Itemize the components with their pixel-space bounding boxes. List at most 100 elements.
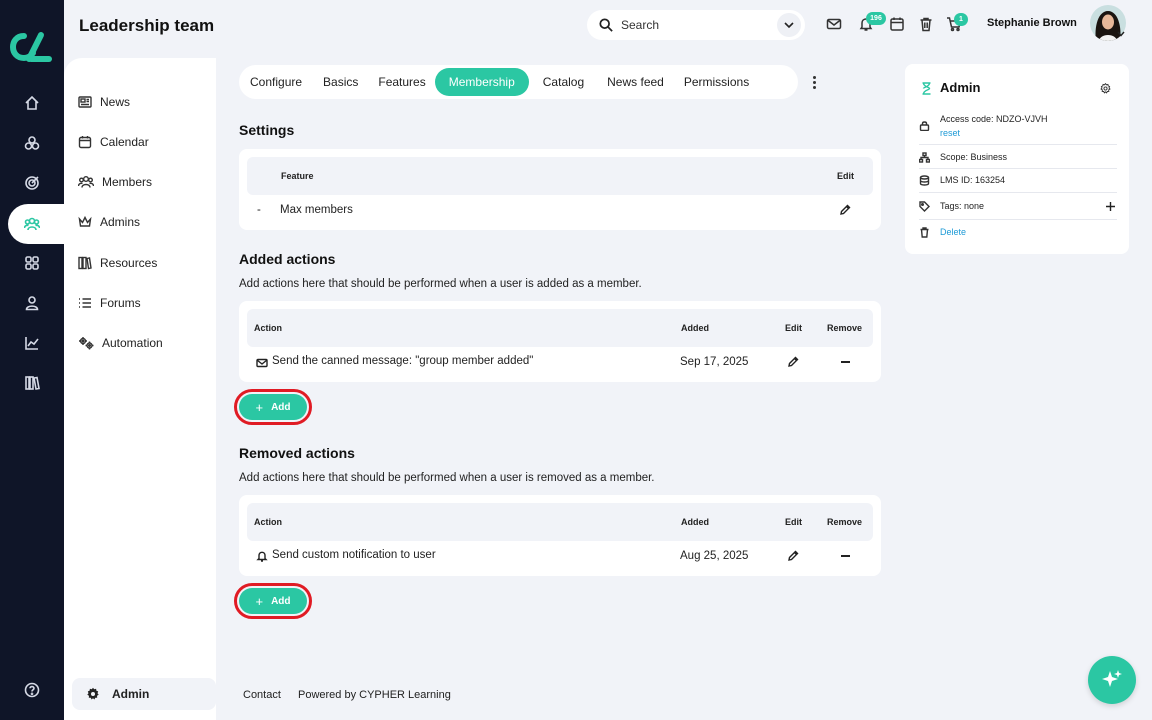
edit-pencil-icon[interactable] <box>787 356 799 371</box>
add-tag-plus-icon[interactable] <box>1105 201 1116 212</box>
sparkle-icon <box>1102 670 1122 687</box>
tab-permissions[interactable]: Permissions <box>673 68 760 96</box>
column-header-added: Added <box>681 517 709 527</box>
tab-catalog[interactable]: Catalog <box>529 68 598 96</box>
removed-actions-description: Add actions here that should be performe… <box>239 472 655 484</box>
column-header-added: Added <box>681 323 709 333</box>
settings-heading: Settings <box>239 122 295 138</box>
footer-contact-link[interactable]: Contact <box>243 689 281 701</box>
tab-basics[interactable]: Basics <box>312 68 369 96</box>
rail-apps-icon[interactable] <box>0 243 64 283</box>
sidebar-item-members[interactable]: Members <box>78 170 152 194</box>
sidebar-item-calendar[interactable]: Calendar <box>78 130 149 154</box>
tab-membership[interactable]: Membership <box>434 68 529 96</box>
user-name[interactable]: Stephanie Brown <box>987 17 1077 29</box>
action-description: Send the canned message: "group member a… <box>272 355 534 367</box>
column-header-feature: Feature <box>281 171 314 181</box>
sidebar-item-resources[interactable]: Resources <box>78 251 157 275</box>
feature-name: Max members <box>280 204 353 216</box>
search-scope-dropdown[interactable] <box>777 13 801 37</box>
search-input[interactable] <box>621 18 761 32</box>
page-title: Leadership team <box>79 16 215 35</box>
panel-title: Admin <box>940 80 981 95</box>
delete-row[interactable]: Delete <box>919 227 1117 239</box>
rail-user-icon[interactable] <box>0 283 64 323</box>
cypher-logo-icon[interactable] <box>10 30 52 64</box>
delete-link[interactable]: Delete <box>940 227 966 237</box>
add-button-label: Add <box>271 401 291 413</box>
bell-icon <box>256 550 268 565</box>
lock-icon <box>919 121 930 131</box>
table-row: - Max members <box>247 195 873 229</box>
mail-icon[interactable] <box>826 16 842 32</box>
trash-icon[interactable] <box>918 16 934 32</box>
admin-info-panel: Admin Access code: NDZO-VJVH reset Scope… <box>905 64 1129 254</box>
remove-minus-icon[interactable] <box>841 555 850 557</box>
calendar-icon <box>78 136 92 149</box>
calendar-icon[interactable] <box>889 16 905 32</box>
tab-news-feed[interactable]: News feed <box>598 68 673 96</box>
trash-icon <box>920 227 929 238</box>
chevron-down-icon <box>784 22 794 29</box>
members-icon <box>78 176 94 188</box>
sidebar-item-label: Members <box>102 175 153 189</box>
envelope-icon <box>256 357 268 372</box>
rail-catalog-icon[interactable] <box>0 123 64 163</box>
settings-gear-icon[interactable] <box>1100 83 1111 94</box>
edit-pencil-icon[interactable] <box>839 204 851 219</box>
group-tabs: Configure Basics Features Membership Cat… <box>239 65 798 99</box>
rail-home-icon[interactable] <box>0 83 64 123</box>
add-removed-action-button[interactable]: + Add <box>234 583 312 619</box>
rail-analytics-icon[interactable] <box>0 323 64 363</box>
hourglass-icon <box>922 82 931 95</box>
column-header-remove: Remove <box>827 323 863 333</box>
column-header-action: Action <box>254 517 282 527</box>
footer-powered-by[interactable]: Powered by CYPHER Learning <box>298 689 451 701</box>
removed-actions-table: Action Added Edit Remove Send custom not… <box>239 495 881 576</box>
reset-access-code-link[interactable]: reset <box>940 128 960 138</box>
sidebar-item-label: Calendar <box>100 135 149 149</box>
tab-configure[interactable]: Configure <box>243 68 312 96</box>
scope-row: Scope: Business <box>919 152 1117 164</box>
newspaper-icon <box>78 96 92 108</box>
tags-row: Tags: none <box>919 201 1117 213</box>
rail-goals-icon[interactable] <box>0 163 64 203</box>
added-actions-table: Action Added Edit Remove Send the canned… <box>239 301 881 382</box>
rail-help-icon[interactable] <box>0 670 64 710</box>
sidebar-item-forums[interactable]: Forums <box>78 291 141 315</box>
table-row: Send custom notification to user Aug 25,… <box>247 541 873 575</box>
added-actions-heading: Added actions <box>239 251 336 267</box>
column-header-action: Action <box>254 323 282 333</box>
sidebar-item-label: News <box>100 95 131 109</box>
add-button-label: Add <box>271 595 291 607</box>
column-header-edit: Edit <box>785 517 802 527</box>
sidebar-admin-label: Admin <box>112 687 150 701</box>
search-icon <box>599 18 613 32</box>
rail-groups-icon[interactable] <box>8 204 72 244</box>
books-icon <box>78 256 92 270</box>
add-added-action-button[interactable]: + Add <box>234 389 312 425</box>
table-header: Feature Edit <box>247 157 873 195</box>
table-header: Action Added Edit Remove <box>247 503 873 541</box>
sidebar-item-admins[interactable]: Admins <box>78 210 140 234</box>
crown-icon <box>78 215 92 227</box>
ai-assistant-sparkle-button[interactable] <box>1088 656 1136 704</box>
hierarchy-icon <box>919 152 930 163</box>
rail-library-icon[interactable] <box>0 363 64 403</box>
sidebar-item-automation[interactable]: Automation <box>78 331 163 355</box>
tab-features[interactable]: Features <box>369 68 434 96</box>
user-menu-chevron-icon[interactable] <box>1117 31 1125 37</box>
sidebar-item-news[interactable]: News <box>78 90 130 114</box>
more-tabs-icon[interactable] <box>806 72 822 92</box>
sidebar-admin-button[interactable]: Admin <box>72 678 216 710</box>
table-row: Send the canned message: "group member a… <box>247 347 873 381</box>
edit-pencil-icon[interactable] <box>787 550 799 565</box>
search-bar[interactable] <box>587 10 805 40</box>
sidebar-item-label: Automation <box>102 336 163 350</box>
sidebar-item-label: Forums <box>100 296 141 310</box>
table-header: Action Added Edit Remove <box>247 309 873 347</box>
remove-minus-icon[interactable] <box>841 361 850 363</box>
list-icon <box>79 298 91 308</box>
divider <box>919 219 1117 220</box>
divider <box>919 168 1117 169</box>
